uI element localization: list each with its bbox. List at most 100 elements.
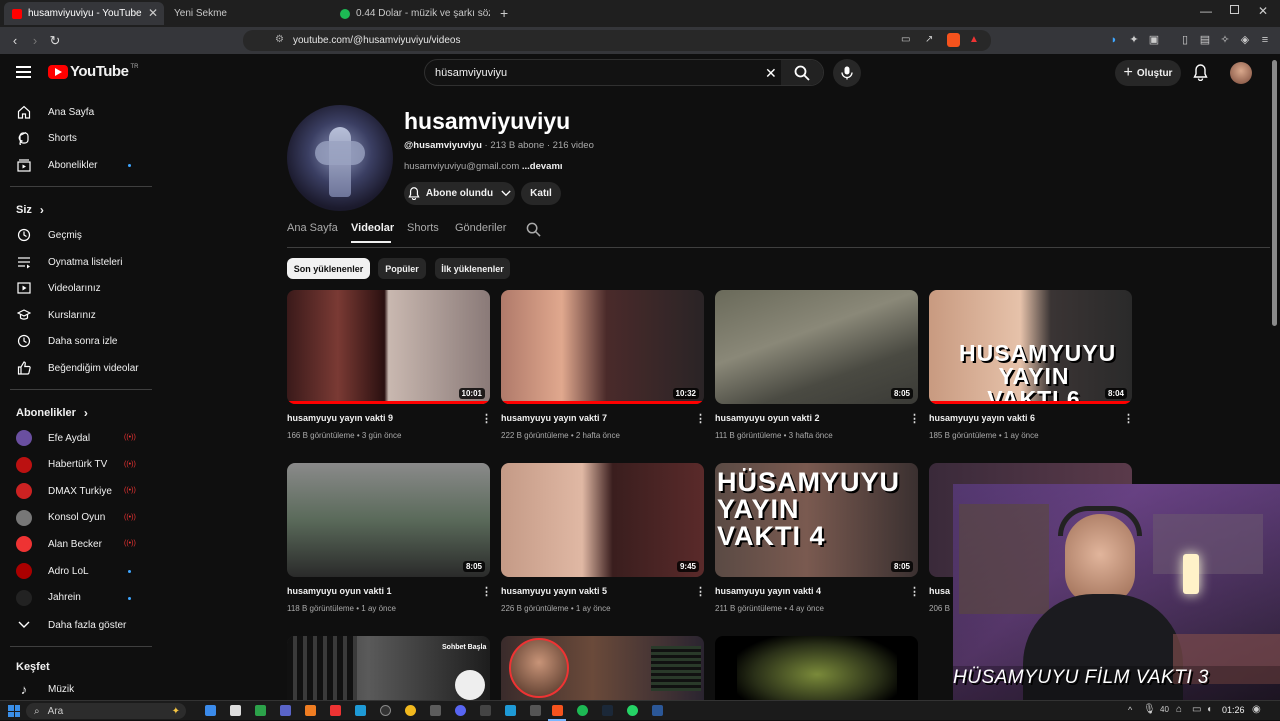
more-options-icon[interactable]: ⋮ [695,412,706,425]
voice-search-button[interactable] [833,59,861,87]
copilot-icon[interactable] [205,705,216,716]
more-options-icon[interactable]: ⋮ [1123,412,1134,425]
video-thumbnail[interactable]: 9:45 [501,463,704,577]
clear-search-icon[interactable]: ✕ [765,65,777,82]
video-thumbnail[interactable]: 10:01 [287,290,490,404]
more-options-icon[interactable]: ⋮ [909,412,920,425]
tab-posts[interactable]: Gönderiler [455,222,506,234]
new-tab-icon[interactable]: + [500,5,508,21]
video-thumbnail[interactable] [501,636,704,700]
more-options-icon[interactable]: ⋮ [695,585,706,598]
search-button[interactable] [781,60,823,85]
sidebar-item-your-videos[interactable]: Videolarınız [0,275,150,301]
close-tab-icon[interactable]: ✕ [148,6,158,20]
microphone-tray-icon[interactable]: 🎙 [1143,704,1156,715]
app-icon[interactable] [430,705,441,716]
notifications-bell-icon[interactable] [1193,64,1208,84]
notification-center-icon[interactable]: ◉ [1252,704,1261,715]
channel-search-icon[interactable] [526,222,541,240]
video-thumbnail[interactable]: HUSAMYUYU YAYIN VAKTI 6 8:04 [929,290,1132,404]
app-icon[interactable] [355,705,366,716]
video-title[interactable]: husamyuyu oyun vakti 1 [287,586,392,596]
menu-icon[interactable]: ≡ [1258,33,1272,47]
sidebar-item-playlists[interactable]: Oynatma listeleri [0,249,150,275]
app-icon[interactable] [380,705,391,716]
sidebar-toggle-icon[interactable]: ▯ [1178,33,1192,47]
discord-icon[interactable] [455,705,466,716]
video-thumbnail[interactable]: 8:05 [287,463,490,577]
sidebar-item-history[interactable]: Geçmiş [0,222,150,248]
app-icon[interactable] [652,705,663,716]
app-icon[interactable] [480,705,491,716]
more-options-icon[interactable]: ⋮ [481,412,492,425]
teams-icon[interactable] [280,705,291,716]
task-view-icon[interactable] [230,705,241,716]
address-bar[interactable]: ⚙ youtube.com/@husamviyuviyu/videos ▭ ↗ … [243,30,991,51]
channel-avatar[interactable] [287,105,393,211]
browser-tab-spotify[interactable]: 0.44 Dolar - müzik ve şarkı sözleri: Al [332,2,490,25]
video-title[interactable]: husamyuyu yayın vakti 6 [929,413,1035,423]
subscriptions-section-heading[interactable]: Abonelikler › [16,406,88,420]
video-title[interactable]: husa [929,586,950,596]
video-title[interactable]: husamyuyu yayın vakti 5 [501,586,607,596]
taskbar-search[interactable]: ⌕ Ara ✦ [26,703,186,719]
video-thumbnail[interactable]: 10:32 [501,290,704,404]
sidebar-item-watch-later[interactable]: Daha sonra izle [0,328,150,354]
chrome-icon[interactable] [405,705,416,716]
reload-icon[interactable]: ↻ [45,31,65,51]
app-icon[interactable] [505,705,516,716]
sidebar-item-liked-videos[interactable]: Beğendiğim videolar [0,355,150,381]
maximize-icon[interactable] [1230,5,1239,14]
audio-icon[interactable]: ◗ [1107,33,1121,47]
video-thumbnail[interactable]: Sohbet Başla [287,636,490,700]
app-icon[interactable] [530,705,541,716]
video-thumbnail[interactable] [715,636,918,700]
you-section-heading[interactable]: Siz › [16,203,44,217]
subscribed-button[interactable]: Abone olundu [404,182,515,205]
spotify-icon[interactable] [577,705,588,716]
video-thumbnail[interactable]: 8:05 [715,290,918,404]
browser-tab-youtube[interactable]: husamviyuviyu - YouTube ✕ [4,2,164,25]
brave-rewards-icon[interactable]: ▲ [969,34,979,45]
window-icon[interactable]: ▣ [1147,33,1161,47]
start-icon[interactable] [8,705,20,717]
speaker-icon[interactable]: ◖ [1206,704,1212,715]
back-icon[interactable]: ‹ [5,31,25,51]
close-window-icon[interactable]: ✕ [1258,4,1268,18]
tab-home[interactable]: Ana Sayfa [287,222,338,234]
share-icon[interactable]: ↗ [925,34,933,45]
account-avatar[interactable] [1230,62,1252,84]
clock[interactable]: 01:26 [1222,705,1245,715]
video-title[interactable]: husamyuyu yayın vakti 9 [287,413,393,423]
minimize-icon[interactable]: — [1200,4,1212,18]
sidebar-item-shorts[interactable]: Shorts [0,125,150,151]
sidebar-item-music[interactable]: ♪ Müzik [0,676,150,702]
app-icon[interactable] [305,705,316,716]
channel-description[interactable]: husamviyuviyu@gmail.com ...devamı [404,161,563,172]
sidebar-item-courses[interactable]: Kurslarınız [0,302,150,328]
site-info-icon[interactable]: ⚙ [275,34,284,45]
app-icon[interactable] [330,705,341,716]
show-more-button[interactable]: Daha fazla göster [0,612,150,638]
sidebar-item-home[interactable]: Ana Sayfa [0,99,150,125]
tab-shorts[interactable]: Shorts [407,222,439,234]
xbox-icon[interactable] [255,705,266,716]
more-link[interactable]: ...devamı [522,161,563,172]
chip-latest[interactable]: Son yüklenenler [287,258,370,279]
more-options-icon[interactable]: ⋮ [909,585,920,598]
whatsapp-icon[interactable] [627,705,638,716]
chip-oldest[interactable]: İlk yüklenenler [435,258,510,279]
chip-popular[interactable]: Popüler [378,258,426,279]
steam-icon[interactable] [602,705,613,716]
join-button[interactable]: Katıl [521,182,561,205]
video-title[interactable]: husamyuyu oyun vakti 2 [715,413,820,423]
vpn-icon[interactable]: ◈ [1238,33,1252,47]
video-thumbnail[interactable]: HÜSAMYUYU YAYIN VAKTI 4 8:05 [715,463,918,577]
forward-icon[interactable]: › [25,31,45,51]
video-title[interactable]: husamyuyu yayın vakti 7 [501,413,607,423]
create-button[interactable]: + Oluştur [1115,60,1181,86]
brave-icon[interactable] [552,705,563,716]
page-scrollbar[interactable] [1272,60,1277,326]
video-title[interactable]: husamyuyu yayın vakti 4 [715,586,821,596]
wallet-icon[interactable]: ▤ [1198,33,1212,47]
